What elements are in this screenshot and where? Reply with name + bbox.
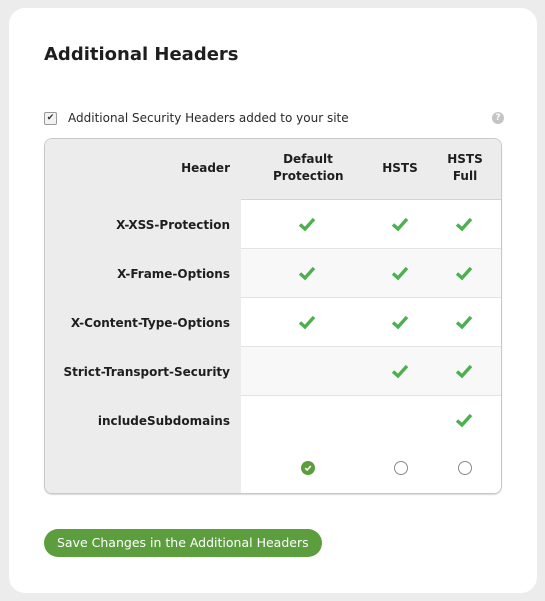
check-icon bbox=[390, 312, 410, 332]
additional-headers-label: Additional Security Headers added to you… bbox=[68, 111, 349, 125]
additional-headers-checkbox[interactable]: ✔ bbox=[44, 111, 57, 125]
column-header-hsts: HSTS bbox=[382, 161, 418, 175]
settings-card: Additional Headers ✔ Additional Security… bbox=[9, 8, 537, 593]
column-header-default-protection: Default Protection bbox=[273, 151, 344, 185]
headers-table: Header Default Protection HSTS HSTS Full… bbox=[44, 138, 502, 494]
save-changes-button[interactable]: Save Changes in the Additional Headers bbox=[44, 529, 322, 557]
additional-headers-option: ✔ Additional Security Headers added to y… bbox=[44, 109, 504, 127]
row-header-name: X-Frame-Options bbox=[117, 266, 230, 281]
page-title: Additional Headers bbox=[44, 44, 239, 65]
column-header-line: Protection bbox=[273, 169, 344, 183]
column-header-header: Header bbox=[181, 161, 230, 175]
check-icon bbox=[390, 263, 410, 283]
column-header-line: Full bbox=[452, 169, 478, 183]
check-icon bbox=[454, 312, 474, 332]
row-header-name: includeSubdomains bbox=[97, 413, 230, 428]
check-icon bbox=[297, 263, 317, 283]
radio-default-protection[interactable] bbox=[301, 461, 315, 475]
table-row: X-XSS-Protection bbox=[45, 200, 501, 249]
check-icon bbox=[454, 214, 474, 234]
row-header-name: Strict-Transport-Security bbox=[63, 364, 230, 379]
radio-hsts[interactable] bbox=[394, 461, 408, 475]
column-header-line: Default bbox=[283, 152, 333, 166]
row-header-name: X-XSS-Protection bbox=[116, 217, 230, 232]
check-icon bbox=[297, 214, 317, 234]
table-row: X-Content-Type-Options bbox=[45, 298, 501, 347]
column-header-hsts-full: HSTS Full bbox=[445, 151, 485, 185]
check-icon bbox=[390, 214, 410, 234]
help-icon[interactable]: ? bbox=[492, 112, 504, 124]
check-icon: ✔ bbox=[46, 112, 55, 123]
check-icon bbox=[454, 361, 474, 381]
row-header-name: X-Content-Type-Options bbox=[70, 315, 230, 330]
column-header-line: HSTS bbox=[447, 152, 483, 166]
table-row: includeSubdomains bbox=[45, 396, 501, 445]
table-row: X-Frame-Options bbox=[45, 249, 501, 298]
selection-row bbox=[45, 444, 501, 493]
check-icon bbox=[454, 263, 474, 283]
radio-hsts-full[interactable] bbox=[458, 461, 472, 475]
check-icon bbox=[297, 312, 317, 332]
table-row: Strict-Transport-Security bbox=[45, 347, 501, 396]
check-icon bbox=[304, 465, 312, 472]
check-icon bbox=[390, 361, 410, 381]
check-icon bbox=[454, 410, 474, 430]
